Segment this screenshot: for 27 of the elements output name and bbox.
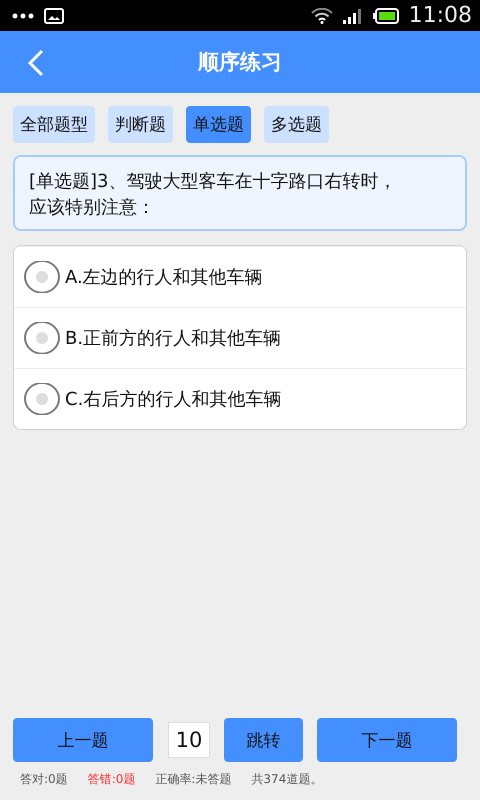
signal-icon xyxy=(342,8,363,24)
answer-option[interactable]: A.左边的行人和其他车辆 xyxy=(65,265,263,289)
stat-text: 答对:0题 xyxy=(20,771,68,788)
next-button[interactable]: 下一题 xyxy=(317,718,457,762)
radio-button[interactable] xyxy=(23,261,61,293)
stat-text: 答错:0题 xyxy=(88,771,136,788)
previous-button[interactable]: 上一题 xyxy=(13,718,153,762)
more-icon xyxy=(12,12,34,18)
answer-option[interactable]: C.右后方的行人和其他车辆 xyxy=(65,387,282,411)
jump-button[interactable]: 跳转 xyxy=(224,718,303,762)
radio-button[interactable] xyxy=(23,322,61,354)
wifi-icon xyxy=(310,8,333,24)
battery-icon xyxy=(372,8,399,24)
screen-title: 顺序练习 xyxy=(198,49,282,76)
question-type-tab[interactable]: 全部题型 xyxy=(13,106,95,143)
image-icon xyxy=(44,8,64,24)
question-type-tab[interactable]: 单选题 xyxy=(186,106,251,143)
question-text: [单选题]3、驾驶大型客车在十字路口右转时，应该特别注意： xyxy=(29,170,398,220)
clock-time: 11:08 xyxy=(408,3,472,28)
question-type-tab[interactable]: 判断题 xyxy=(108,106,173,143)
stat-text: 共374道题。 xyxy=(251,771,322,788)
question-type-tab[interactable]: 多选题 xyxy=(264,106,329,143)
question-number-field[interactable]: 10 xyxy=(168,722,210,758)
radio-button[interactable] xyxy=(23,383,61,415)
stat-text: 正确率:未答题 xyxy=(155,771,232,788)
back-icon[interactable] xyxy=(26,49,46,77)
answer-option[interactable]: B.正前方的行人和其他车辆 xyxy=(65,326,282,350)
